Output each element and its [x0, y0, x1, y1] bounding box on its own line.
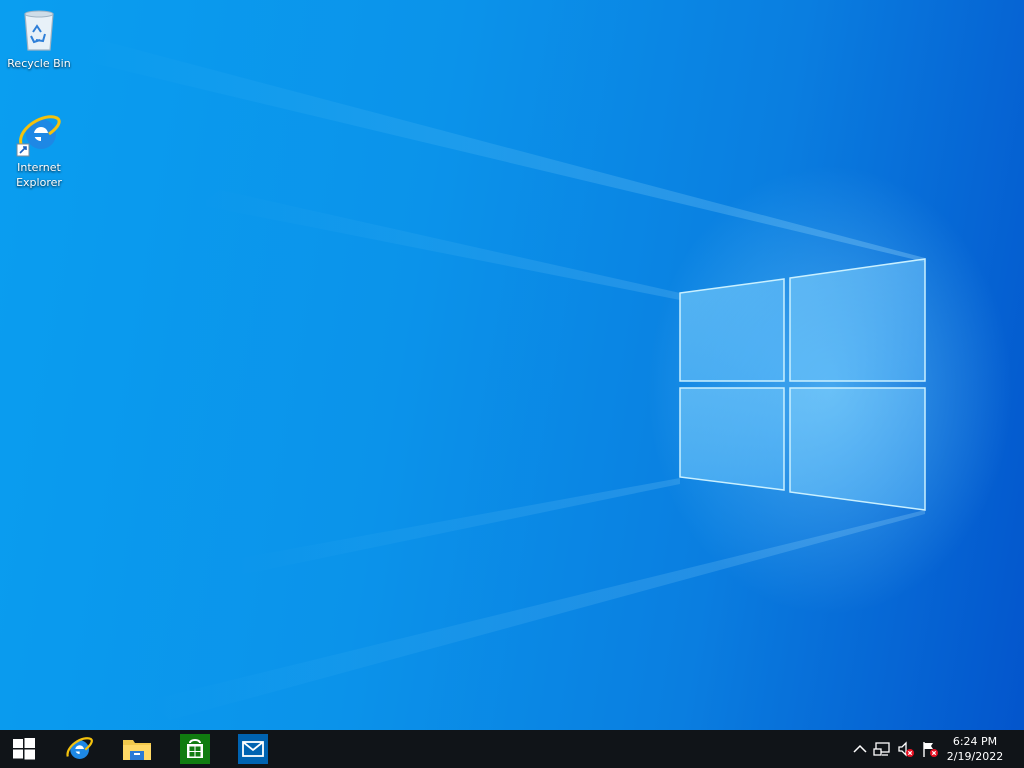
taskbar-file-explorer-button[interactable] [113, 730, 161, 768]
action-center-flag-icon[interactable] [921, 740, 939, 758]
clock-date: 2/19/2022 [946, 750, 1004, 763]
recycle-bin-icon [24, 10, 54, 51]
desktop-icon-recycle-bin[interactable]: Recycle Bin [1, 6, 77, 71]
wallpaper-art [80, 40, 926, 720]
taskbar-mail-button[interactable] [229, 730, 277, 768]
internet-explorer-icon [16, 115, 61, 157]
clock-time: 6:24 PM [952, 735, 998, 748]
desktop-icon-internet-explorer[interactable]: Internet Explorer [1, 110, 77, 190]
network-icon[interactable] [873, 740, 891, 758]
chevron-up-icon[interactable] [851, 740, 869, 758]
volume-muted-icon[interactable] [897, 740, 915, 758]
taskbar-internet-explorer-button[interactable] [55, 730, 103, 768]
start-button[interactable] [0, 730, 48, 768]
folder-icon [123, 740, 151, 760]
taskbar-clock[interactable]: 6:24 PM 2/19/2022 [940, 734, 1010, 764]
desktop[interactable]: Recycle Bin Internet Explorer [0, 0, 1024, 730]
taskbar: 6:24 PM 2/19/2022 [0, 730, 1024, 768]
desktop-icon-label: Internet Explorer [16, 161, 62, 189]
windows-start-icon [13, 738, 35, 760]
taskbar-store-button[interactable] [171, 730, 219, 768]
desktop-icon-label: Recycle Bin [7, 57, 71, 70]
store-icon [180, 734, 210, 764]
mail-icon [238, 734, 268, 764]
internet-explorer-icon [66, 737, 93, 759]
